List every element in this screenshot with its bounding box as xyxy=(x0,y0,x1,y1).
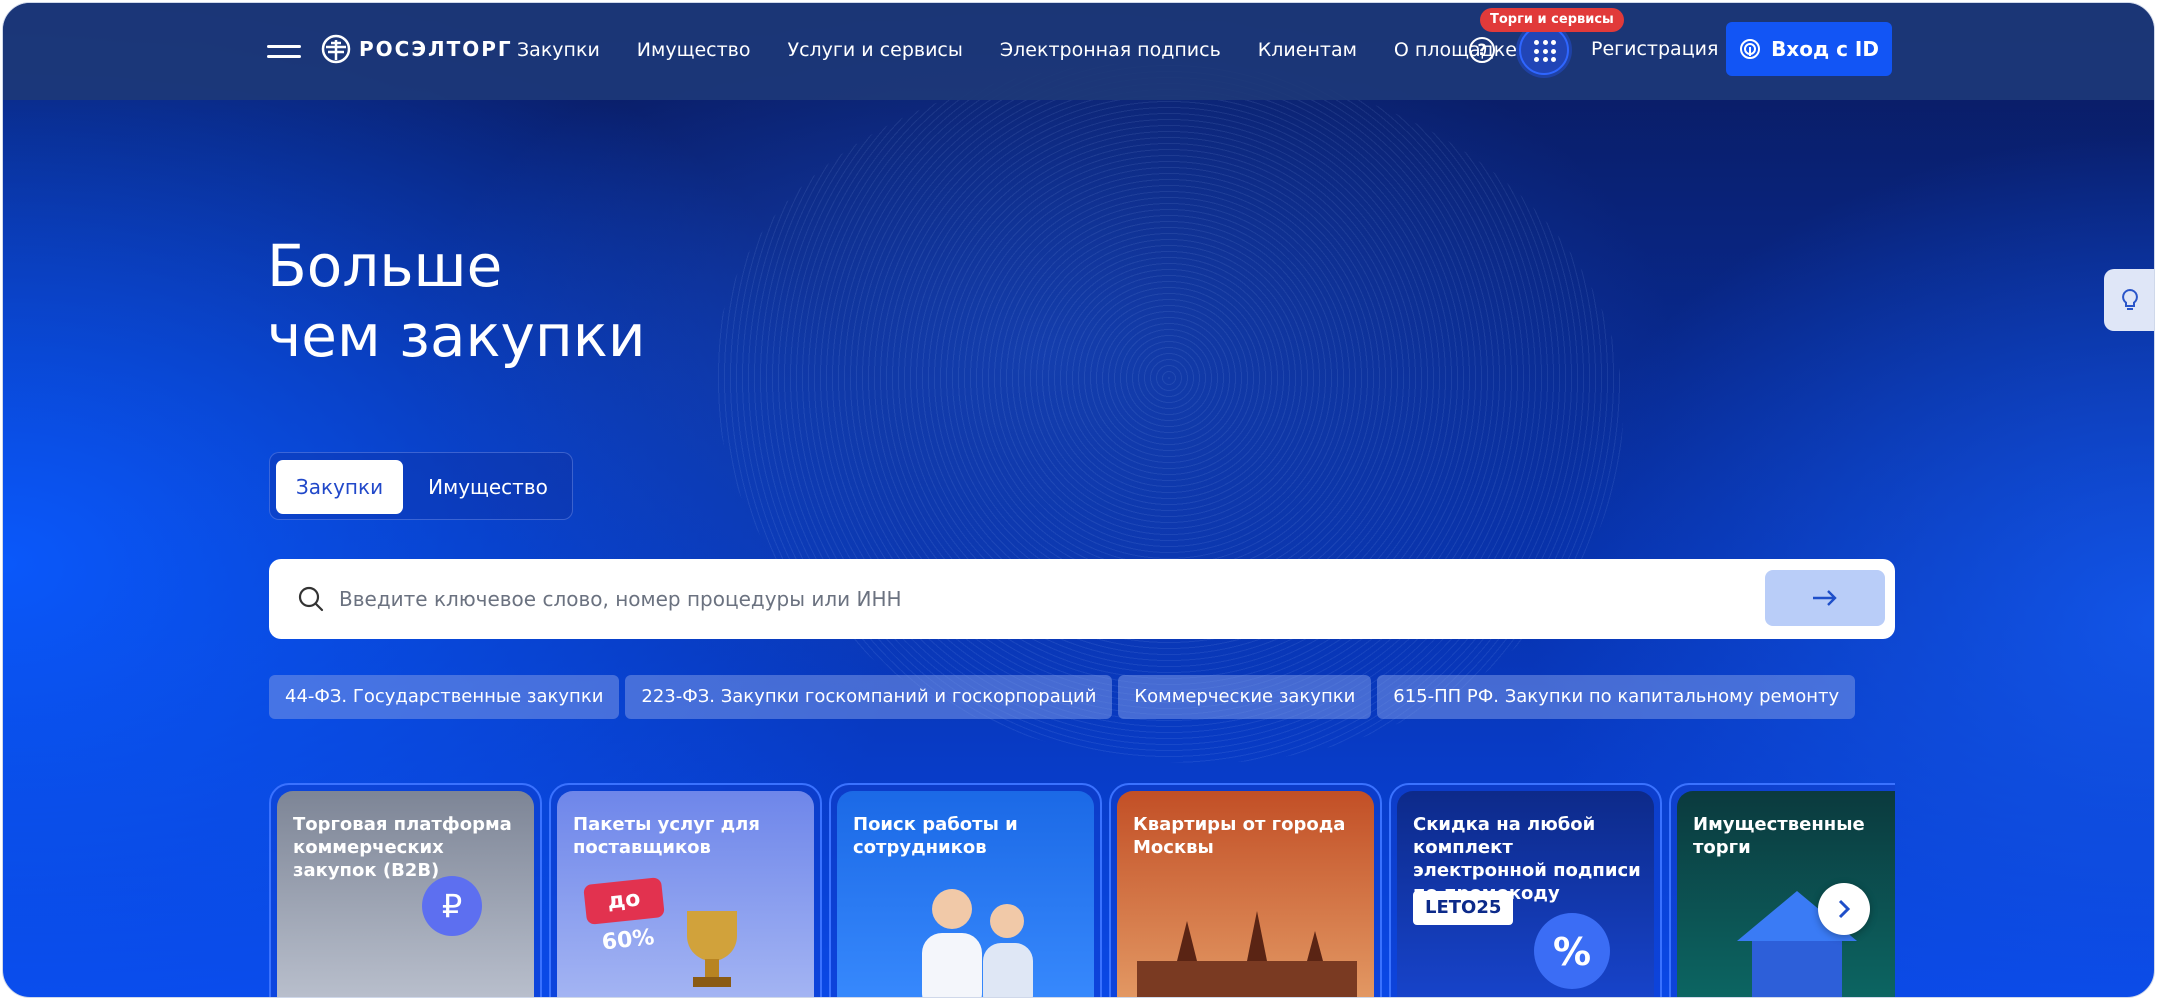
quick-filters: 44-ФЗ. Государственные закупки 223-ФЗ. З… xyxy=(269,675,1861,719)
card-b2b-platform[interactable]: Торговая платформа коммерческих закупок … xyxy=(269,783,542,997)
card-title: Имущественные торги xyxy=(1693,814,1865,858)
card-moscow-apartments[interactable]: Квартиры от города Москвы xyxy=(1109,783,1382,997)
card-service-packages[interactable]: Пакеты услуг для поставщиков до 60% xyxy=(549,783,822,997)
fingerprint-icon xyxy=(1740,39,1761,59)
logo[interactable]: РОСЭЛТОРГ xyxy=(321,34,513,64)
hero-title-line-1: Больше xyxy=(267,232,503,300)
help-icon[interactable]: ? xyxy=(1469,37,1495,63)
nav-item-clients[interactable]: Клиентам xyxy=(1258,39,1357,61)
search-icon xyxy=(298,586,324,612)
nav-item-services[interactable]: Услуги и сервисы xyxy=(788,39,963,61)
nav-item-purchases[interactable]: Закупки xyxy=(517,39,600,61)
kremlin-icon xyxy=(1137,911,1357,997)
nav-item-e-signature[interactable]: Электронная подпись xyxy=(1000,39,1221,61)
search-submit-button[interactable] xyxy=(1765,570,1885,626)
ruble-coin-icon: ₽ xyxy=(422,876,482,936)
top-header: РОСЭЛТОРГ Закупки Имущество Услуги и сер… xyxy=(3,3,2154,100)
card-e-signature-discount[interactable]: Скидка на любой комплект электронной под… xyxy=(1389,783,1662,997)
login-button[interactable]: Вход с ID xyxy=(1726,22,1892,76)
lightbulb-icon[interactable] xyxy=(2104,269,2154,331)
card-title: Пакеты услуг для поставщиков xyxy=(573,814,760,858)
tab-purchases[interactable]: Закупки xyxy=(276,460,403,514)
svg-text:%: % xyxy=(1553,930,1591,974)
chevron-right-icon xyxy=(1838,899,1851,919)
hero-title: Больше чем закупки xyxy=(267,231,646,371)
apps-grid-button[interactable] xyxy=(1519,25,1569,75)
chip-commercial[interactable]: Коммерческие закупки xyxy=(1118,675,1372,719)
card-job-search[interactable]: Поиск работы и сотрудников xyxy=(829,783,1102,997)
register-link[interactable]: Регистрация xyxy=(1591,38,1718,60)
svg-text:₽: ₽ xyxy=(442,887,462,925)
arrow-right-icon xyxy=(1813,590,1837,606)
promo-code: LETO25 xyxy=(1413,891,1514,925)
percent-icon: % xyxy=(1534,913,1610,989)
login-label: Вход с ID xyxy=(1771,37,1879,61)
promo-cards: Торговая платформа коммерческих закупок … xyxy=(269,783,1895,997)
discount-badge: до 60% xyxy=(583,877,665,955)
page: РОСЭЛТОРГ Закупки Имущество Услуги и сер… xyxy=(2,2,2155,998)
hero-background-sphere xyxy=(715,63,1623,763)
search-bar xyxy=(269,559,1895,639)
search-input[interactable] xyxy=(339,579,1739,619)
chip-615pp[interactable]: 615-ПП РФ. Закупки по капитальному ремон… xyxy=(1377,675,1856,719)
apps-badge: Торги и сервисы xyxy=(1480,8,1624,32)
nav-item-about[interactable]: О площадке xyxy=(1394,39,1517,61)
trophy-icon xyxy=(687,911,737,987)
people-icon xyxy=(922,889,1033,997)
carousel-next-button[interactable] xyxy=(1818,883,1870,935)
card-title: Квартиры от города Москвы xyxy=(1133,814,1346,858)
tab-property[interactable]: Имущество xyxy=(413,460,563,514)
chip-44fz[interactable]: 44-ФЗ. Государственные закупки xyxy=(269,675,620,719)
logo-text: РОСЭЛТОРГ xyxy=(359,37,513,61)
search-tabs: Закупки Имущество xyxy=(269,452,573,520)
nav-item-property[interactable]: Имущество xyxy=(637,39,751,61)
main-nav: Закупки Имущество Услуги и сервисы Элект… xyxy=(517,39,1554,61)
chip-223fz[interactable]: 223-ФЗ. Закупки госкомпаний и госкорпора… xyxy=(625,675,1113,719)
card-title: Торговая платформа коммерческих закупок … xyxy=(293,814,512,881)
menu-icon[interactable] xyxy=(267,41,301,63)
card-title: Поиск работы и сотрудников xyxy=(853,814,1018,858)
logo-mark-icon xyxy=(321,34,351,64)
hero-title-line-2: чем закупки xyxy=(267,302,646,370)
